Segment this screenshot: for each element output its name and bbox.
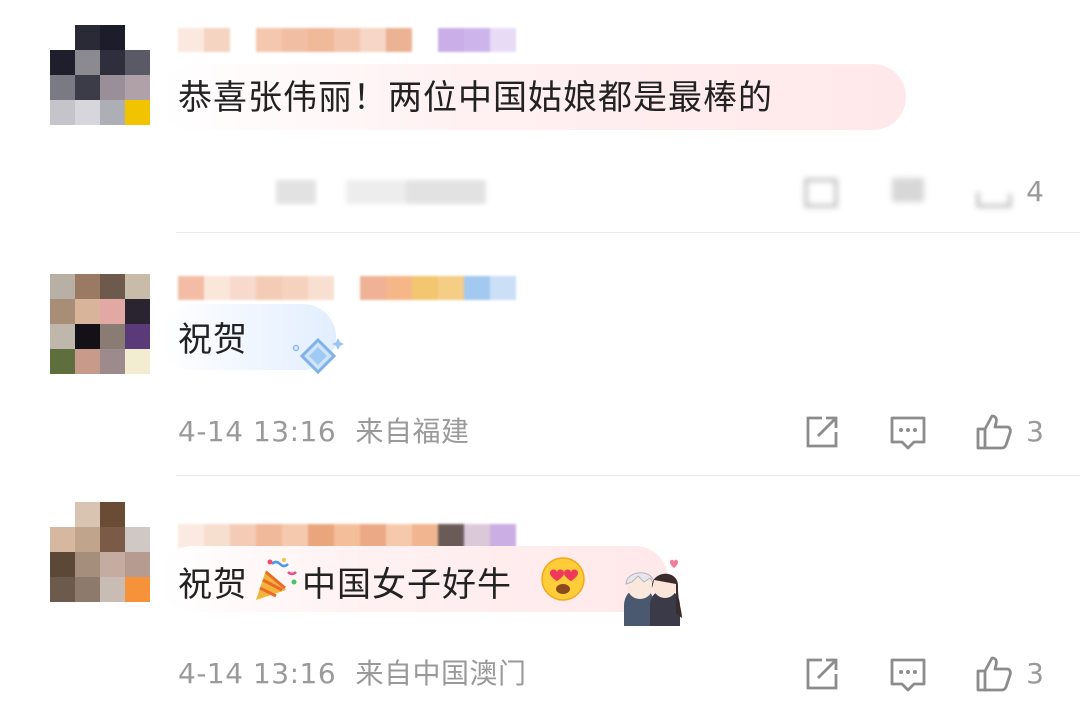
- comment-text: 祝贺 中国女子好牛: [178, 558, 512, 615]
- comment-time: 4-14 13:16: [178, 657, 337, 690]
- like-count: 3: [1026, 657, 1044, 690]
- share-icon[interactable]: [802, 654, 842, 694]
- comment-item-3: 祝贺 中国女子好牛 4-14 13:16 来自中国澳门 3: [0, 0, 1080, 712]
- avatar[interactable]: [50, 502, 150, 602]
- comment-meta: 4-14 13:16 来自中国澳门: [178, 654, 527, 694]
- comment-location: 来自中国澳门: [355, 657, 527, 690]
- comment-text-start: 祝贺: [178, 565, 248, 605]
- username-blurred[interactable]: [178, 524, 516, 548]
- thumbs-up-icon[interactable]: [974, 654, 1014, 694]
- comment-icon[interactable]: [888, 654, 928, 694]
- couple-sticker-icon: [620, 558, 684, 632]
- heart-eyes-icon: [540, 556, 586, 606]
- comment-text-end: 中国女子好牛: [302, 565, 512, 605]
- comment-actions: 3: [802, 654, 1044, 694]
- party-popper-icon: [250, 558, 298, 615]
